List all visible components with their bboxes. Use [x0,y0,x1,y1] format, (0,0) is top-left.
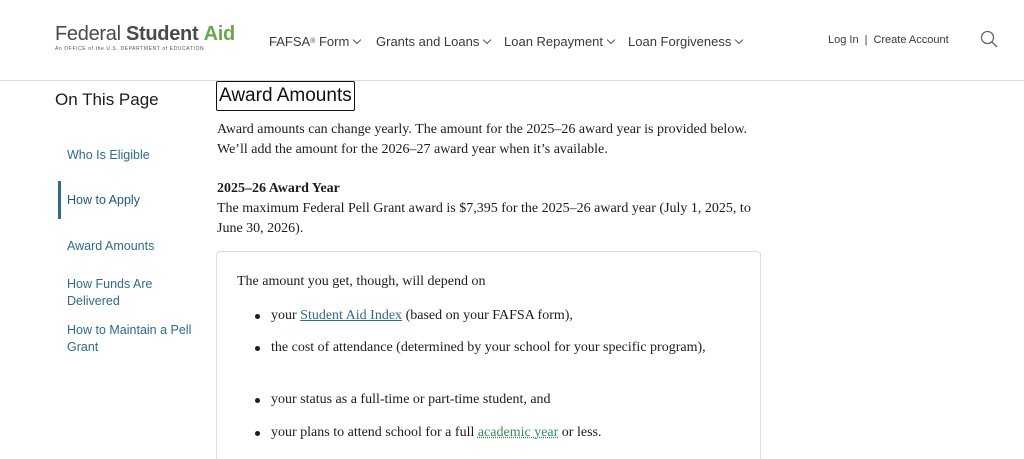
create-account-link[interactable]: Create Account [873,34,948,46]
list-item: your status as a full-time or part-time … [255,390,715,410]
list-item: your plans to attend school for a full a… [255,423,715,443]
list-item: the cost of attendance (determined by yo… [255,338,715,358]
sidebar-item-who-is-eligible[interactable]: Who Is Eligible [67,147,197,164]
bullet-text: the cost of attendance (determined by yo… [271,340,706,355]
logo-subtitle: An OFFICE of the U.S. DEPARTMENT of EDUC… [55,46,205,52]
sidebar-active-indicator [58,181,61,219]
bullet-dot [255,398,260,403]
chevron-down-icon [606,35,616,45]
nav-grants-label: Grants and Loans [376,34,480,49]
account-separator: | [864,34,868,46]
award-year-heading: 2025–26 Award Year [217,181,340,196]
sidebar-item-maintain-pell-grant[interactable]: How to Maintain a Pell Grant [67,322,192,356]
sidebar-item-award-amounts[interactable]: Award Amounts [67,238,197,255]
card-intro: The amount you get, though, will depend … [237,274,486,289]
bullet-text: your plans to attend school for a full [271,425,475,440]
registered-mark: ® [310,38,316,45]
nav-loan-forgiveness[interactable]: Loan Forgiveness [628,34,744,49]
list-item: your Student Aid Index (based on your FA… [255,306,715,326]
chevron-down-icon [735,35,744,45]
intro-paragraph: Award amounts can change yearly. The amo… [217,122,748,157]
bullet-dot [255,314,260,319]
page-title: Award Amounts [216,81,355,111]
sidebar-item-how-to-apply[interactable]: How to Apply [67,192,197,209]
account-links: Log In | Create Account [828,34,949,46]
bullet-text: or less. [561,425,602,440]
academic-year-link[interactable]: academic year [478,425,558,440]
logo-federal: Federal [55,23,121,45]
logo-aid: Aid [203,23,236,45]
nav-repayment-label: Loan Repayment [504,34,604,49]
site-logo[interactable]: Federal Student Aid An OFFICE of the U.S… [55,24,235,52]
sidebar-item-how-funds-are-delivered[interactable]: How Funds Are Delivered [67,276,167,310]
nav-fafsa-label: FAFSA [269,34,311,49]
nav-forgiveness-label: Loan Forgiveness [628,34,732,49]
nav-fafsa-form[interactable]: FAFSA ® Form [269,34,362,49]
info-card: The amount you get, though, will depend … [216,251,761,459]
bullet-dot [255,431,260,436]
sidebar-title: On This Page [55,90,159,109]
search-icon[interactable] [980,30,998,48]
bullet-text: your [271,308,297,323]
nav-grants-and-loans[interactable]: Grants and Loans [376,34,492,49]
bullet-dot [255,346,260,351]
student-aid-index-link[interactable]: Student Aid Index [300,308,402,323]
award-year-section: 2025–26 Award Year The maximum Federal P… [217,179,777,239]
logo-student: Student [125,23,199,45]
chevron-down-icon [353,35,362,45]
award-year-text: The maximum Federal Pell Grant award is … [217,201,751,236]
bullet-text: (based on your FAFSA form), [405,308,573,323]
login-link[interactable]: Log In [828,34,859,46]
site-header: Federal Student Aid An OFFICE of the U.S… [0,0,1024,81]
chevron-down-icon [483,35,492,45]
bullet-text: your status as a full-time or part-time … [271,392,551,407]
nav-loan-repayment[interactable]: Loan Repayment [504,34,616,49]
nav-fafsa-suffix: Form [318,34,350,49]
